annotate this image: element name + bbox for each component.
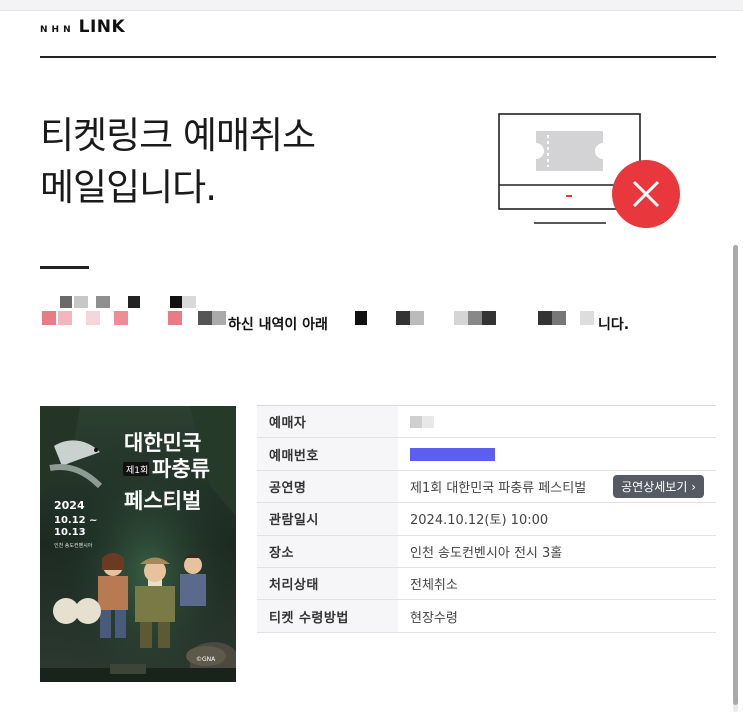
table-row: 공연명 제1회 대한민국 파충류 페스티벌 공연상세보기 › xyxy=(257,470,716,504)
value-show-time: 2024.10.12(토) 10:00 xyxy=(398,502,716,536)
poster-dates2: 10.13 xyxy=(54,527,86,538)
page-title: 티켓링크 예매취소 메일입니다. xyxy=(40,114,316,209)
value-reserver xyxy=(398,404,716,439)
label-booking-number: 예매번호 xyxy=(257,437,398,471)
table-row: 예매자 xyxy=(257,404,716,439)
label-status: 처리상태 xyxy=(257,567,398,601)
x-icon xyxy=(612,160,680,228)
value-status: 전체취소 xyxy=(398,567,716,601)
table-row: 장소 인천 송도컨벤시아 전시 3홀 xyxy=(257,535,716,568)
label-venue: 장소 xyxy=(257,535,398,568)
title-underline xyxy=(40,266,89,269)
value-performance: 제1회 대한민국 파충류 페스티벌 xyxy=(410,480,587,496)
poster-footer: ©GNA xyxy=(196,656,216,663)
value-ticket-pickup: 현장수령 xyxy=(398,599,716,633)
performance-detail-button[interactable]: 공연상세보기 › xyxy=(613,474,704,498)
redacted-value xyxy=(410,415,422,428)
section-label-redacted xyxy=(40,381,152,388)
table-row: 처리상태 전체취소 xyxy=(257,567,716,601)
table-row: 티켓 수령방법 현장수령 xyxy=(257,599,716,633)
intro-text-end: 니다. xyxy=(598,317,630,333)
browser-top-band xyxy=(0,0,743,11)
poster-title-line1: 대한민국 xyxy=(124,431,201,455)
value-venue: 인천 송도컨벤시아 전시 3홀 xyxy=(398,535,716,568)
label-performance: 공연명 xyxy=(257,470,398,504)
table-row: 예매번호 xyxy=(257,437,716,471)
poster-title-line2: 파충류 xyxy=(152,457,210,481)
label-reserver: 예매자 xyxy=(257,404,398,439)
poster-venue: 인천 송도컨벤시아 xyxy=(54,542,93,549)
poster-title-line3: 페스티벌 xyxy=(124,489,201,513)
header-divider xyxy=(40,56,716,58)
logo-prefix: NHN xyxy=(40,25,75,35)
poster-year: 2024 xyxy=(54,499,85,512)
monitor-ticket-cancel-icon xyxy=(498,113,683,231)
scrollbar-thumb[interactable] xyxy=(733,245,738,705)
label-show-time: 관람일시 xyxy=(257,502,398,536)
poster-badge: 제1회 xyxy=(126,465,148,476)
nhnlink-logo: NHN LINK xyxy=(40,17,125,37)
reservation-details-table: 예매자 예매번호 공연명 제1회 대한민국 파충류 페스티벌 공연상세보기 › … xyxy=(257,404,716,633)
intro-text: 하신 내역이 아래 xyxy=(228,317,328,333)
redacted-booking-number xyxy=(410,447,495,461)
event-poster: 대한민국 제1회 파충류 페스티벌 2024 10.12 ~ 10.13 인천 … xyxy=(40,406,236,682)
label-ticket-pickup: 티켓 수령방법 xyxy=(257,599,398,633)
value-booking-number xyxy=(398,437,716,471)
logo-name: LINK xyxy=(78,17,126,37)
poster-dates: 10.12 ~ xyxy=(54,515,98,526)
table-row: 관람일시 2024.10.12(토) 10:00 xyxy=(257,502,716,536)
